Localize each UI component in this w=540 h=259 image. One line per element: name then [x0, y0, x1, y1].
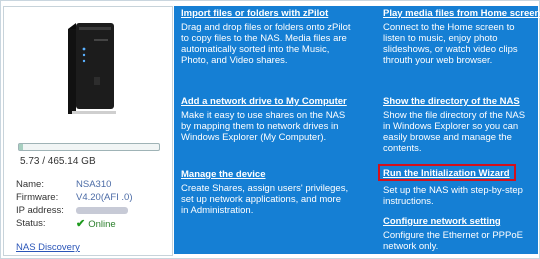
device-info-panel: 5.73 / 465.14 GB Name: NSA310 Firmware: … [3, 6, 173, 256]
info-row-firmware: Firmware: V4.20(AFI .0) [16, 191, 133, 204]
online-status-text: Online [88, 219, 116, 230]
info-label: Firmware: [16, 192, 59, 203]
network-drive-desc: Make it easy to use shares on the NAS by… [181, 110, 346, 143]
play-media-desc: Connect to the Home screen to listen to … [383, 22, 518, 66]
nas-discovery-link[interactable]: NAS Discovery [16, 242, 80, 253]
task-import-files: Import files or folders with zPilot Drag… [181, 8, 351, 66]
nas-portal-frame: 5.73 / 465.14 GB Name: NSA310 Firmware: … [0, 0, 540, 259]
import-files-desc: Drag and drop files or folders onto zPil… [181, 22, 351, 66]
info-row-name: Name: NSA310 [16, 178, 133, 191]
init-wizard-desc: Set up the NAS with step-by-step instruc… [383, 185, 523, 207]
network-setting-link[interactable]: Configure network setting [383, 216, 533, 228]
manage-device-desc: Create Shares, assign users' privileges,… [181, 183, 349, 216]
firmware-value: V4.20(AFI .0) [76, 192, 133, 203]
play-media-link[interactable]: Play media files from Home screen [383, 8, 540, 20]
task-network-drive: Add a network drive to My Computer Make … [181, 96, 351, 143]
online-check-icon: ✔ [76, 218, 86, 230]
info-row-ip: IP address: [16, 204, 133, 217]
init-wizard-highlight-box [378, 164, 516, 181]
tasks-panel: Import files or folders with zPilot Drag… [174, 6, 540, 254]
show-directory-link[interactable]: Show the directory of the NAS [383, 96, 533, 108]
task-network-setting: Configure network setting Configure the … [383, 216, 533, 252]
nas-device-image [68, 23, 116, 114]
manage-device-link[interactable]: Manage the device [181, 169, 351, 181]
show-directory-desc: Show the file directory of the NAS in Wi… [383, 110, 526, 154]
info-label: Name: [16, 179, 44, 190]
task-show-directory: Show the directory of the NAS Show the f… [383, 96, 533, 154]
storage-usage-bar [18, 143, 160, 151]
info-label: IP address: [16, 205, 64, 216]
info-label: Status: [16, 218, 46, 229]
device-info-table: Name: NSA310 Firmware: V4.20(AFI .0) IP … [16, 178, 133, 230]
network-drive-link[interactable]: Add a network drive to My Computer [181, 96, 351, 108]
status-value: ✔ Online [76, 217, 133, 230]
import-files-link[interactable]: Import files or folders with zPilot [181, 8, 351, 20]
device-name-value: NSA310 [76, 179, 112, 190]
task-manage-device: Manage the device Create Shares, assign … [181, 169, 351, 216]
ip-address-value [76, 204, 133, 217]
info-row-status: Status: ✔ Online [16, 217, 133, 230]
network-setting-desc: Configure the Ethernet or PPPoE network … [383, 230, 523, 252]
storage-capacity-text: 5.73 / 465.14 GB [20, 156, 96, 167]
ip-redacted-blur [76, 206, 128, 214]
storage-usage-fill [19, 144, 24, 150]
task-play-media: Play media files from Home screen Connec… [383, 8, 540, 66]
